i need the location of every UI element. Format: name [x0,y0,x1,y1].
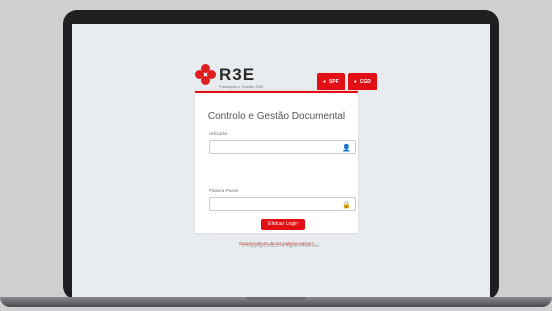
tab-label: CGD [359,78,371,85]
app-screen: R3E Faturação e Gestão R3E ● SPF ● CGD C… [72,24,490,297]
username-field[interactable]: 👤 [209,140,356,154]
login-card: Controlo e Gestão Documental Utilizador … [195,91,358,246]
password-label: Palavra-Passe [209,188,239,193]
tab-label: SPF [329,78,339,85]
user-icon: ● [323,78,327,85]
brand-logo: R3E Faturação e Gestão R3E [195,64,285,90]
logo-subtitle: Faturação e Gestão R3E [219,84,264,89]
logo-text: R3E [219,65,256,84]
lock-icon: 🔒 [342,202,351,209]
laptop-notch [246,297,306,301]
user-icon: ● [353,78,357,85]
copyright-text: © Copyright 2022. All Rights Reserved. [241,243,321,248]
password-field[interactable]: 🔒 [209,197,356,211]
tab-cgd[interactable]: ● CGD [347,73,377,90]
login-title: Controlo e Gestão Documental [207,111,346,122]
divider [209,236,356,237]
user-icon: 👤 [342,145,351,152]
username-label: Utilizador [209,131,228,136]
header-tabs: ● SPF ● CGD [317,73,377,90]
tab-spf[interactable]: ● SPF [317,73,345,90]
login-button[interactable]: Efetuar Login [261,219,305,230]
logo-mark-icon [195,64,217,86]
